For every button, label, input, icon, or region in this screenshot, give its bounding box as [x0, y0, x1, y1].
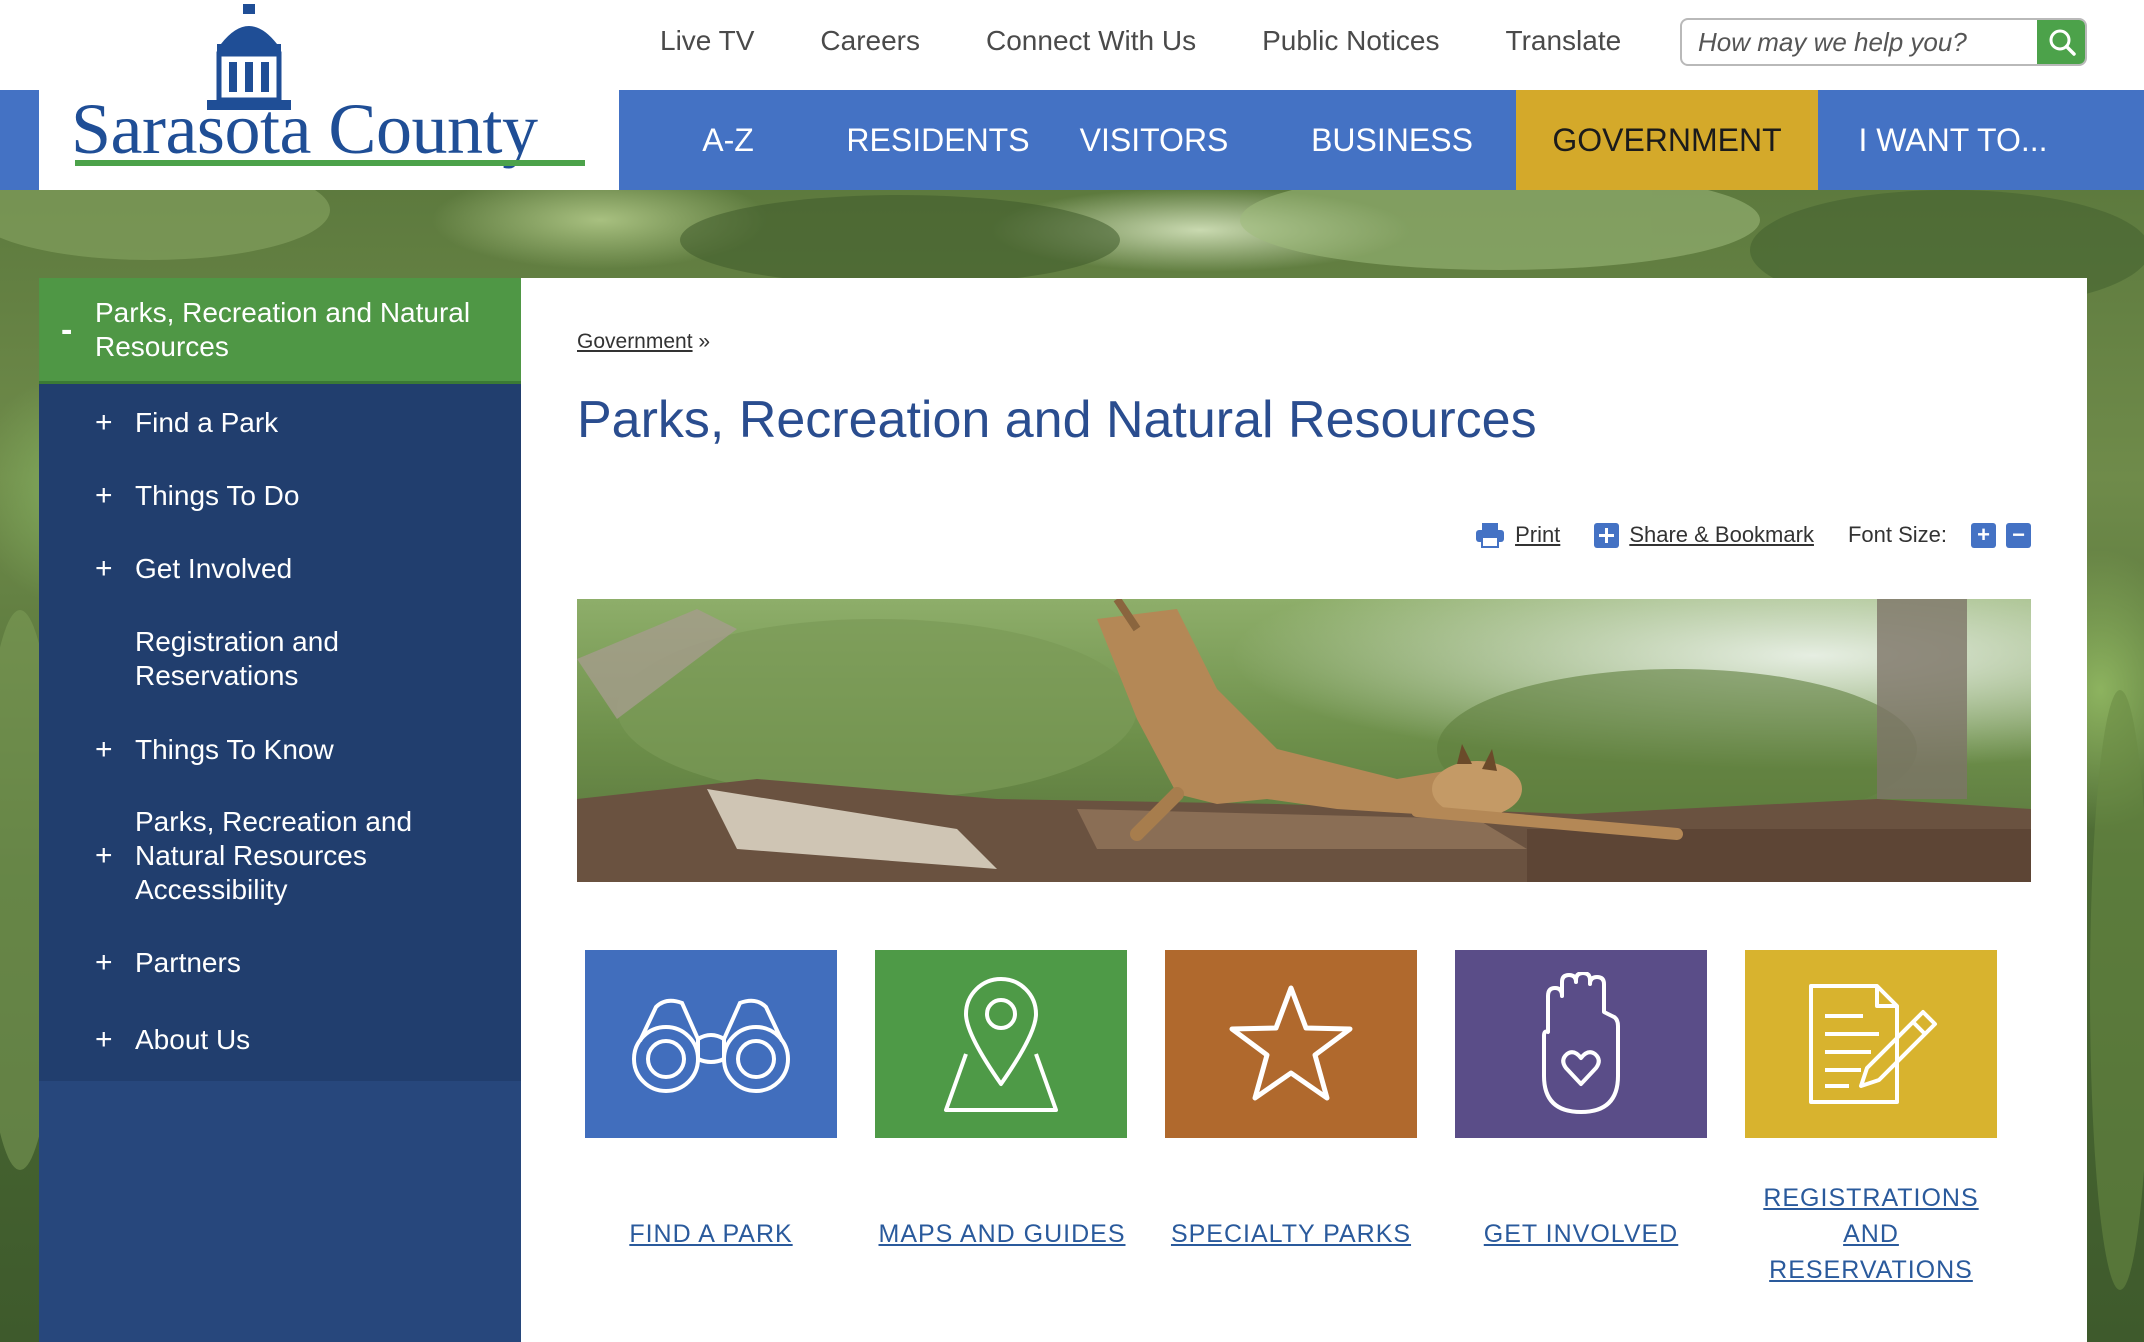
nav-residents[interactable]: RESIDENTS — [836, 90, 1040, 190]
sidebar-item-label: Parks, Recreation and Natural Resources … — [135, 806, 413, 905]
logo-underline — [75, 160, 585, 166]
quick-link-tiles: FIND A PARK MAPS AND GUIDES SPECIALTY PA… — [577, 950, 2031, 1290]
sidebar-item-label: Registration and Reservations — [135, 626, 339, 691]
sidebar-item-label: About Us — [135, 1024, 251, 1055]
expand-icon: + — [95, 1023, 113, 1056]
tile-label-registrations-and-reservations[interactable]: REGISTRATIONS AND RESERVATIONS — [1745, 1180, 1997, 1288]
sidebar-item-label: Things To Know — [135, 733, 334, 765]
sidebar-item-label: Partners — [135, 946, 241, 978]
sidebar-item-things-to-know[interactable]: + Things To Know — [39, 713, 521, 786]
sidebar-list: + Find a Park + Things To Do + Get Invol… — [39, 384, 521, 1081]
hand-heart-icon — [1542, 972, 1620, 1114]
search-box — [1680, 18, 2087, 66]
nav-government[interactable]: GOVERNMENT — [1516, 90, 1818, 190]
nav-a-z[interactable]: A-Z — [620, 90, 836, 190]
page-tools: Print Share & Bookmark Font Size: + − — [1475, 522, 2031, 548]
search-button[interactable] — [2037, 20, 2085, 64]
sidebar-header-label: Parks, Recreation and Natural Resources — [95, 296, 471, 362]
tile-get-involved[interactable] — [1455, 950, 1707, 1138]
document-pencil-icon — [1809, 984, 1937, 1104]
utility-link-live-tv[interactable]: Live TV — [660, 25, 754, 57]
utility-link-careers[interactable]: Careers — [820, 25, 920, 57]
font-increase-button[interactable]: + — [1971, 522, 1996, 548]
sidebar-item-partners[interactable]: + Partners — [39, 926, 521, 999]
tile-label-find-a-park[interactable]: FIND A PARK — [585, 1216, 837, 1252]
nav-visitors[interactable]: VISITORS — [1040, 90, 1268, 190]
tile-label-get-involved[interactable]: GET INVOLVED — [1435, 1216, 1727, 1252]
plus-square-icon — [1594, 522, 1620, 548]
print-link[interactable]: Print — [1475, 522, 1560, 548]
map-pin-icon — [944, 977, 1058, 1112]
site-logo[interactable]: Sarasota County — [39, 0, 619, 190]
sidebar-item-label: Things To Do — [135, 479, 300, 511]
breadcrumb-separator: » — [698, 330, 711, 353]
page-title: Parks, Recreation and Natural Resources — [577, 391, 1537, 449]
sidebar-item-label: Get Involved — [135, 552, 293, 584]
tile-registrations-and-reservations[interactable] — [1745, 950, 1997, 1138]
collapse-icon: - — [61, 310, 73, 349]
breadcrumb-link-government[interactable]: Government — [577, 330, 693, 353]
utility-nav: Live TV Careers Connect With Us Public N… — [660, 18, 1687, 64]
printer-icon — [1476, 523, 1505, 548]
tile-maps-and-guides[interactable] — [875, 950, 1127, 1138]
sidebar-item-accessibility[interactable]: + Parks, Recreation and Natural Resource… — [39, 786, 521, 926]
nav-i-want-to[interactable]: I WANT TO... — [1818, 90, 2088, 190]
utility-link-translate[interactable]: Translate — [1506, 25, 1622, 57]
expand-icon: + — [95, 551, 113, 585]
main-content: Government » Parks, Recreation and Natur… — [521, 278, 2087, 1342]
star-icon — [1229, 985, 1353, 1101]
search-icon — [2049, 29, 2076, 56]
sidebar-item-label: Find a Park — [135, 406, 279, 438]
sidebar: - Parks, Recreation and Natural Resource… — [39, 278, 521, 1342]
logo-text: Sarasota County — [71, 89, 538, 169]
font-decrease-button[interactable]: − — [2006, 522, 2031, 548]
utility-link-public-notices[interactable]: Public Notices — [1262, 25, 1439, 57]
main-nav: A-Z RESIDENTS VISITORS BUSINESS GOVERNME… — [620, 90, 2088, 190]
search-input[interactable] — [1682, 20, 2037, 64]
expand-icon: + — [95, 732, 113, 766]
binoculars-icon — [632, 998, 790, 1093]
expand-icon: + — [95, 405, 113, 439]
utility-link-connect[interactable]: Connect With Us — [986, 25, 1196, 57]
sidebar-item-registration[interactable]: Registration and Reservations — [39, 605, 521, 713]
sidebar-item-get-involved[interactable]: + Get Involved — [39, 532, 521, 605]
sidebar-item-find-a-park[interactable]: + Find a Park — [39, 386, 521, 459]
bobcat-banner-image — [577, 599, 2031, 882]
tile-label-maps-and-guides[interactable]: MAPS AND GUIDES — [857, 1216, 1147, 1252]
sidebar-header[interactable]: - Parks, Recreation and Natural Resource… — [39, 278, 521, 384]
sidebar-item-things-to-do[interactable]: + Things To Do — [39, 459, 521, 532]
font-size-label: Font Size: — [1847, 522, 1947, 547]
share-bookmark-label: Share & Bookmark — [1629, 522, 1814, 547]
sidebar-item-about-us[interactable]: + About Us — [39, 999, 521, 1081]
nav-business[interactable]: BUSINESS — [1268, 90, 1516, 190]
breadcrumb: Government » — [577, 330, 710, 354]
tile-specialty-parks[interactable] — [1165, 950, 1417, 1138]
tile-find-a-park[interactable] — [585, 950, 837, 1138]
expand-icon: + — [95, 945, 113, 979]
expand-icon: + — [95, 839, 113, 872]
print-label: Print — [1515, 522, 1561, 547]
expand-icon: + — [95, 478, 113, 512]
tile-label-specialty-parks[interactable]: SPECIALTY PARKS — [1143, 1216, 1439, 1252]
share-bookmark-link[interactable]: Share & Bookmark — [1594, 522, 1814, 548]
